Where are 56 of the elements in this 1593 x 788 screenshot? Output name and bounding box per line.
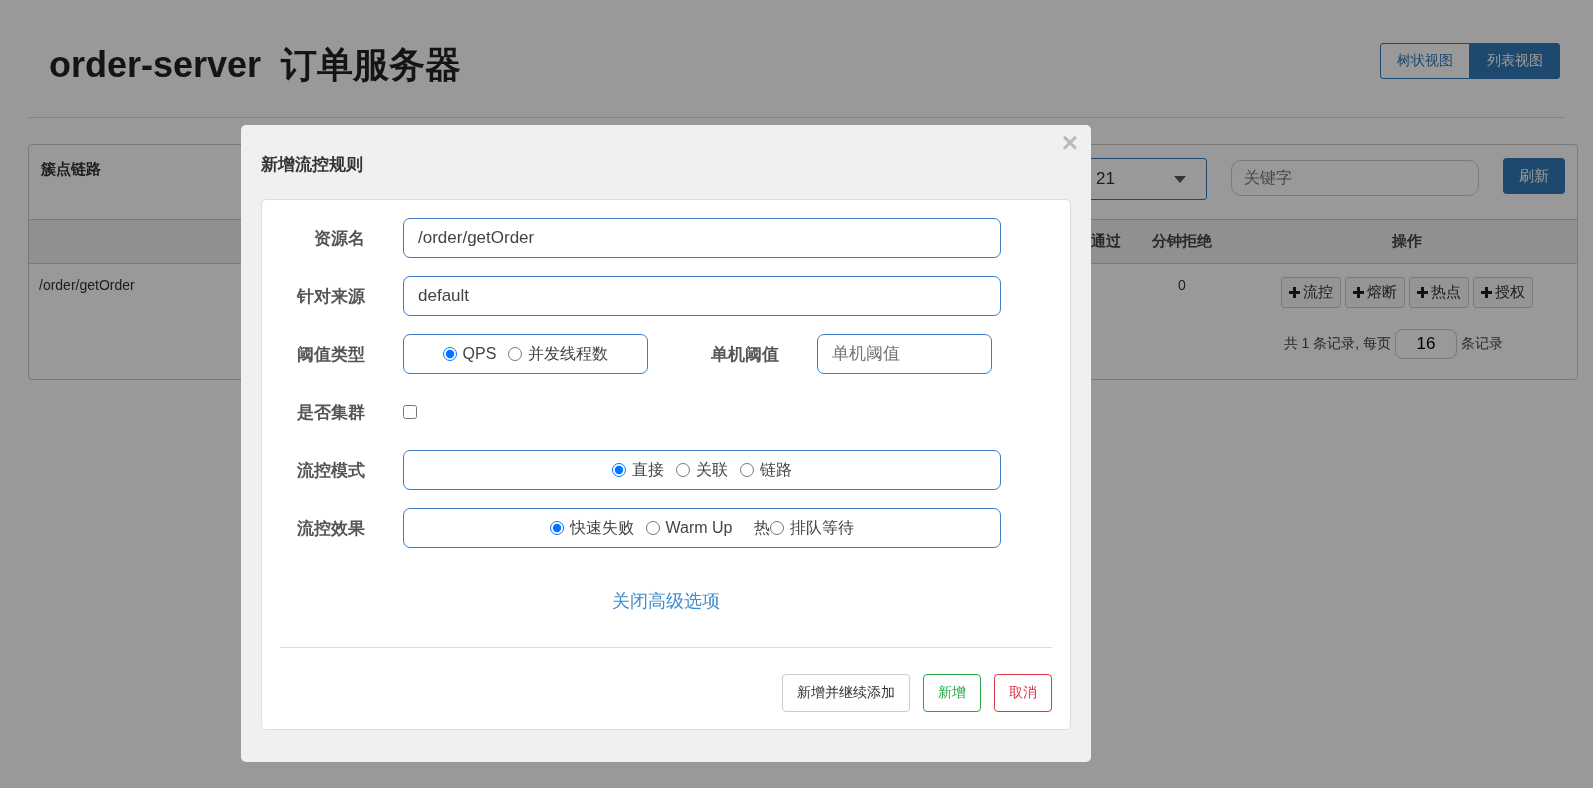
radio-button[interactable]: [508, 347, 523, 361]
add-rule-button[interactable]: 热点: [1409, 277, 1469, 308]
radio-label: 直接: [632, 459, 664, 480]
page-title: order-server 订单服务器: [49, 43, 462, 83]
radio-label: QPS: [462, 345, 497, 363]
plus-icon: [1481, 287, 1492, 298]
table-cell-text: /order/getOrder: [38, 277, 136, 293]
column-header: 操作: [1391, 232, 1423, 251]
dialog-button[interactable]: 新增: [923, 674, 981, 712]
refresh-button[interactable]: 刷新: [1503, 158, 1565, 194]
view-toggle-button[interactable]: 树状视图: [1380, 43, 1470, 79]
field-label: 阈值类型: [296, 343, 365, 366]
field-label: 资源名: [313, 227, 365, 250]
radio-label: 关联: [696, 459, 728, 480]
dialog-button[interactable]: 新增并继续添加: [782, 674, 910, 712]
table-cell-text: 0: [1177, 277, 1187, 293]
radio-button[interactable]: [740, 463, 754, 477]
page-size-field[interactable]: 16: [1395, 329, 1457, 359]
stray-text: 热: [754, 517, 771, 538]
radio-button[interactable]: [645, 521, 660, 535]
add-rule-button[interactable]: 流控: [1281, 277, 1341, 308]
field-label: 单机阈值: [711, 343, 779, 366]
pagination-text: 共 1 条记录, 每页: [1283, 335, 1391, 353]
radio-label: 链路: [760, 459, 792, 480]
column-header: 分钟拒绝: [1151, 232, 1213, 251]
input-field[interactable]: 单机阈值: [817, 334, 992, 374]
pagination-text: 条记录: [1461, 335, 1503, 353]
field-label: 流控效果: [296, 517, 365, 540]
radio-button[interactable]: [442, 347, 457, 361]
plus-icon: [1289, 287, 1300, 298]
view-toggle-button[interactable]: 列表视图: [1470, 43, 1560, 79]
radio-label: 并发线程数: [528, 343, 609, 364]
column-header: 通过: [1090, 232, 1122, 251]
radio-label: Warm Up: [665, 519, 733, 537]
radio-button[interactable]: [770, 521, 785, 535]
field-label: 流控模式: [296, 459, 365, 482]
add-rule-button[interactable]: 授权: [1473, 277, 1533, 308]
radio-label: 快速失败: [569, 517, 634, 538]
radio-button[interactable]: [676, 463, 690, 477]
advanced-options-link[interactable]: 关闭高级选项: [612, 591, 720, 611]
radio-button[interactable]: [549, 521, 564, 535]
dialog-title: 新增流控规则: [261, 153, 363, 176]
field-label: 针对来源: [295, 285, 365, 308]
input-field[interactable]: default: [403, 276, 1001, 316]
search-field[interactable]: 关键字: [1231, 160, 1479, 196]
radio-button[interactable]: [612, 463, 626, 477]
panel-title: 簇点链路: [41, 160, 101, 179]
plus-icon: [1417, 287, 1428, 298]
dialog-button[interactable]: 取消: [994, 674, 1052, 712]
field-label: 是否集群: [296, 401, 365, 424]
input-field[interactable]: /order/getOrder: [403, 218, 1001, 258]
checkbox[interactable]: [403, 405, 417, 419]
plus-icon: [1353, 287, 1364, 298]
radio-label: 排队等待: [790, 517, 855, 538]
add-rule-button[interactable]: 熔断: [1345, 277, 1405, 308]
caret-icon: [1174, 175, 1186, 183]
